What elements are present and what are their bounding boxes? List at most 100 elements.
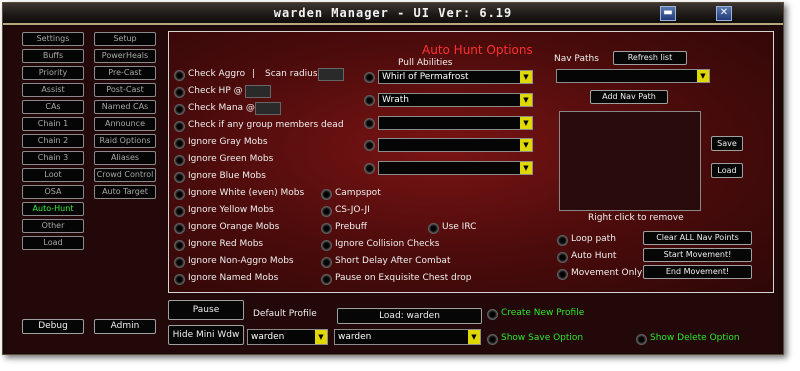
title-bar[interactable]: warden Manager - UI Ver: 6.19 ▬ ✕: [3, 3, 783, 25]
admin-button[interactable]: Admin: [94, 319, 156, 334]
ignore-named-radio[interactable]: [174, 274, 185, 285]
profile-select[interactable]: warden ▼: [334, 329, 481, 345]
sidebar-item-chain-2[interactable]: Chain 2: [22, 134, 84, 148]
warden-manager-window: warden Manager - UI Ver: 6.19 ▬ ✕ Settin…: [2, 2, 784, 355]
movement-only-radio[interactable]: [557, 269, 568, 280]
show-delete-option-radio[interactable]: [636, 334, 647, 345]
check-hp-input[interactable]: [245, 85, 271, 98]
pause-chest-radio[interactable]: [321, 274, 332, 285]
auto-hunt-radio[interactable]: [557, 252, 568, 263]
hide-mini-window-button[interactable]: Hide Mini Wdw: [168, 325, 244, 345]
pull-ability-3-radio[interactable]: [364, 118, 375, 129]
sidebar-item-auto-hunt[interactable]: Auto-Hunt: [22, 202, 84, 216]
nav-save-button[interactable]: Save: [711, 136, 743, 151]
chevron-down-icon: ▼: [520, 71, 532, 83]
check-group-dead-radio[interactable]: [174, 121, 185, 132]
minimize-icon[interactable]: ▬: [660, 6, 676, 21]
prebuff-radio[interactable]: [321, 223, 332, 234]
show-save-option-radio[interactable]: [487, 334, 498, 345]
refresh-list-button[interactable]: Refresh list: [613, 51, 687, 65]
use-irc-label: Use IRC: [442, 222, 477, 232]
sidebar-item-setup[interactable]: Setup: [94, 32, 156, 46]
create-new-profile-radio[interactable]: [487, 309, 498, 320]
pull-ability-5-radio[interactable]: [364, 163, 375, 174]
use-irc-radio[interactable]: [428, 223, 439, 234]
sidebar-item-crowd-control[interactable]: Crowd Control: [94, 168, 156, 182]
ignore-green-radio[interactable]: [174, 155, 185, 166]
close-icon[interactable]: ✕: [716, 6, 732, 21]
ignore-non-aggro-radio[interactable]: [174, 257, 185, 268]
sidebar-item-auto-target[interactable]: Auto Target: [94, 185, 156, 199]
chevron-down-icon: ▼: [520, 162, 532, 174]
scan-radius-input[interactable]: [318, 68, 344, 81]
ignore-red-label: Ignore Red Mobs: [188, 239, 264, 249]
end-movement-button[interactable]: End Movement!: [643, 265, 752, 279]
right-click-hint: Right click to remove: [588, 213, 684, 223]
sidebar-item-raid-options[interactable]: Raid Options: [94, 134, 156, 148]
ignore-orange-label: Ignore Orange Mobs: [188, 222, 280, 232]
pull-ability-2-select[interactable]: Wrath ▼: [378, 93, 533, 107]
sidebar-item-aliases[interactable]: Aliases: [94, 151, 156, 165]
nav-load-button[interactable]: Load: [711, 163, 743, 178]
pause-button[interactable]: Pause: [168, 300, 244, 320]
load-profile-button[interactable]: Load: warden: [337, 308, 482, 324]
sidebar-item-load[interactable]: Load: [22, 236, 84, 250]
movement-only-label: Movement Only: [571, 268, 643, 278]
add-nav-path-button[interactable]: Add Nav Path: [590, 90, 668, 104]
sidebar-item-chain-3[interactable]: Chain 3: [22, 151, 84, 165]
chevron-down-icon: ▼: [468, 330, 480, 344]
campspot-label: Campspot: [335, 188, 381, 198]
sidebar-item-osa[interactable]: OSA: [22, 185, 84, 199]
scan-radius-label: Scan radius:: [265, 69, 321, 79]
ignore-collision-label: Ignore Collision Checks: [335, 239, 440, 249]
show-delete-option-label: Show Delete Option: [650, 333, 740, 343]
ignore-yellow-radio[interactable]: [174, 206, 185, 217]
sidebar-item-post-cast[interactable]: Post-Cast: [94, 83, 156, 97]
sidebar-item-assist[interactable]: Assist: [22, 83, 84, 97]
sidebar-item-chain-1[interactable]: Chain 1: [22, 117, 84, 131]
sidebar-item-settings[interactable]: Settings: [22, 32, 84, 46]
window-body: Settings Buffs Priority Assist CAs Chain…: [7, 27, 779, 353]
pull-ability-4-radio[interactable]: [364, 140, 375, 151]
sidebar-item-pre-cast[interactable]: Pre-Cast: [94, 66, 156, 80]
short-delay-label: Short Delay After Combat: [335, 256, 451, 266]
sidebar-item-buffs[interactable]: Buffs: [22, 49, 84, 63]
campspot-radio[interactable]: [321, 189, 332, 200]
cs-jo-ji-radio[interactable]: [321, 206, 332, 217]
default-profile-select[interactable]: warden ▼: [247, 329, 328, 345]
check-mana-label: Check Mana @: [188, 103, 255, 113]
clear-nav-points-button[interactable]: Clear ALL Nav Points: [643, 231, 752, 245]
pull-ability-5-select[interactable]: ▼: [378, 161, 533, 175]
short-delay-radio[interactable]: [321, 257, 332, 268]
check-aggro-radio[interactable]: [174, 70, 185, 81]
sidebar-item-cas[interactable]: CAs: [22, 100, 84, 114]
check-aggro-label: Check Aggro: [188, 69, 246, 79]
pull-ability-2-radio[interactable]: [364, 95, 375, 106]
sidebar-item-named-cas[interactable]: Named CAs: [94, 100, 156, 114]
sidebar-item-loot[interactable]: Loot: [22, 168, 84, 182]
check-hp-radio[interactable]: [174, 87, 185, 98]
debug-button[interactable]: Debug: [22, 319, 84, 334]
ignore-gray-radio[interactable]: [174, 138, 185, 149]
sidebar-item-powerheals[interactable]: PowerHeals: [94, 49, 156, 63]
nav-points-list[interactable]: [559, 111, 701, 211]
default-profile-label: Default Profile: [253, 309, 317, 319]
pull-ability-1-radio[interactable]: [364, 72, 375, 83]
sidebar-item-priority[interactable]: Priority: [22, 66, 84, 80]
pull-ability-3-select[interactable]: ▼: [378, 116, 533, 130]
sidebar-item-announce[interactable]: Announce: [94, 117, 156, 131]
check-mana-input[interactable]: [255, 102, 281, 115]
sidebar-item-other[interactable]: Other: [22, 219, 84, 233]
pull-ability-4-select[interactable]: ▼: [378, 138, 533, 152]
ignore-blue-radio[interactable]: [174, 172, 185, 183]
loop-path-radio[interactable]: [557, 235, 568, 246]
nav-paths-label: Nav Paths: [554, 54, 599, 64]
ignore-red-radio[interactable]: [174, 240, 185, 251]
start-movement-button[interactable]: Start Movement!: [643, 248, 752, 262]
ignore-collision-radio[interactable]: [321, 240, 332, 251]
ignore-orange-radio[interactable]: [174, 223, 185, 234]
check-mana-radio[interactable]: [174, 104, 185, 115]
nav-path-select[interactable]: ▼: [556, 69, 710, 83]
pull-ability-1-select[interactable]: Whirl of Permafrost ▼: [378, 70, 533, 84]
ignore-white-radio[interactable]: [174, 189, 185, 200]
